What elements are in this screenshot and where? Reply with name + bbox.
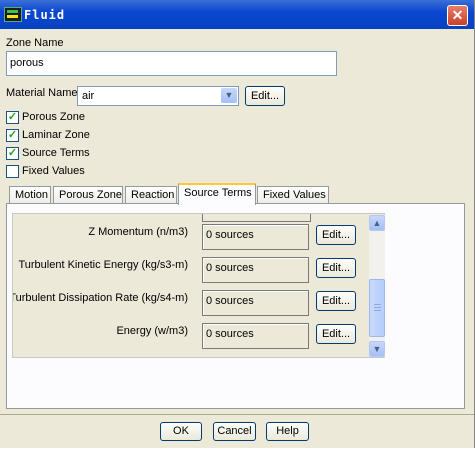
cancel-button[interactable]: Cancel: [213, 422, 256, 441]
window-title: Fluid: [24, 8, 66, 22]
help-button[interactable]: Help: [266, 422, 309, 441]
tdr-label: Turbulent Dissipation Rate (kg/s4-m): [12, 292, 188, 304]
footer-divider: [0, 414, 474, 415]
zone-name-input[interactable]: porous: [6, 51, 337, 76]
chevron-down-icon[interactable]: ▼: [221, 88, 237, 103]
tab-reaction[interactable]: Reaction: [125, 186, 177, 204]
scroll-down-icon[interactable]: ▼: [369, 341, 385, 357]
ok-button[interactable]: OK: [160, 422, 202, 441]
material-selected-value: air: [82, 90, 95, 102]
z-momentum-sources-field[interactable]: 0 sources: [202, 224, 309, 250]
fixed-values-checkbox[interactable]: [6, 165, 19, 178]
close-button[interactable]: ✕: [447, 5, 468, 26]
tab-fixed-values[interactable]: Fixed Values: [257, 186, 329, 204]
laminar-zone-checkbox[interactable]: ✓: [6, 129, 19, 142]
tke-edit-button[interactable]: Edit...: [316, 258, 356, 278]
energy-label: Energy (w/m3): [116, 325, 188, 337]
energy-edit-button[interactable]: Edit...: [316, 324, 356, 344]
material-select[interactable]: air ▼: [77, 86, 239, 106]
close-icon: ✕: [451, 7, 464, 23]
tab-porous-zone[interactable]: Porous Zone: [53, 186, 123, 204]
tdr-sources-field[interactable]: 0 sources: [202, 290, 309, 316]
material-edit-button[interactable]: Edit...: [245, 86, 285, 106]
fluent-app-icon: [4, 7, 22, 22]
source-terms-scroll-area: Z Momentum (n/m3) 0 sources Edit... Turb…: [12, 213, 385, 358]
tke-label: Turbulent Kinetic Energy (kg/s3-m): [18, 259, 188, 271]
porous-zone-label: Porous Zone: [22, 111, 85, 123]
title-bar[interactable]: Fluid ✕: [0, 0, 474, 29]
partial-source-field: [202, 214, 311, 222]
source-terms-label: Source Terms: [22, 147, 90, 159]
fixed-values-label: Fixed Values: [22, 165, 85, 177]
laminar-zone-label: Laminar Zone: [22, 129, 90, 141]
tab-motion[interactable]: Motion: [9, 186, 51, 204]
scrollbar-thumb[interactable]: [369, 279, 385, 337]
scroll-up-icon[interactable]: ▲: [369, 215, 385, 231]
material-name-label: Material Name: [6, 87, 78, 99]
energy-sources-field[interactable]: 0 sources: [202, 323, 309, 349]
z-momentum-label: Z Momentum (n/m3): [88, 226, 188, 238]
fluid-dialog: Fluid ✕ Zone Name porous Material Name a…: [0, 0, 475, 448]
tab-source-terms[interactable]: Source Terms: [178, 183, 256, 205]
zone-name-label: Zone Name: [6, 37, 64, 49]
source-terms-checkbox[interactable]: ✓: [6, 147, 19, 160]
vertical-scrollbar[interactable]: ▲ ▼: [369, 215, 385, 357]
z-momentum-edit-button[interactable]: Edit...: [316, 225, 356, 245]
porous-zone-checkbox[interactable]: ✓: [6, 111, 19, 124]
tdr-edit-button[interactable]: Edit...: [316, 291, 356, 311]
tke-sources-field[interactable]: 0 sources: [202, 257, 309, 283]
